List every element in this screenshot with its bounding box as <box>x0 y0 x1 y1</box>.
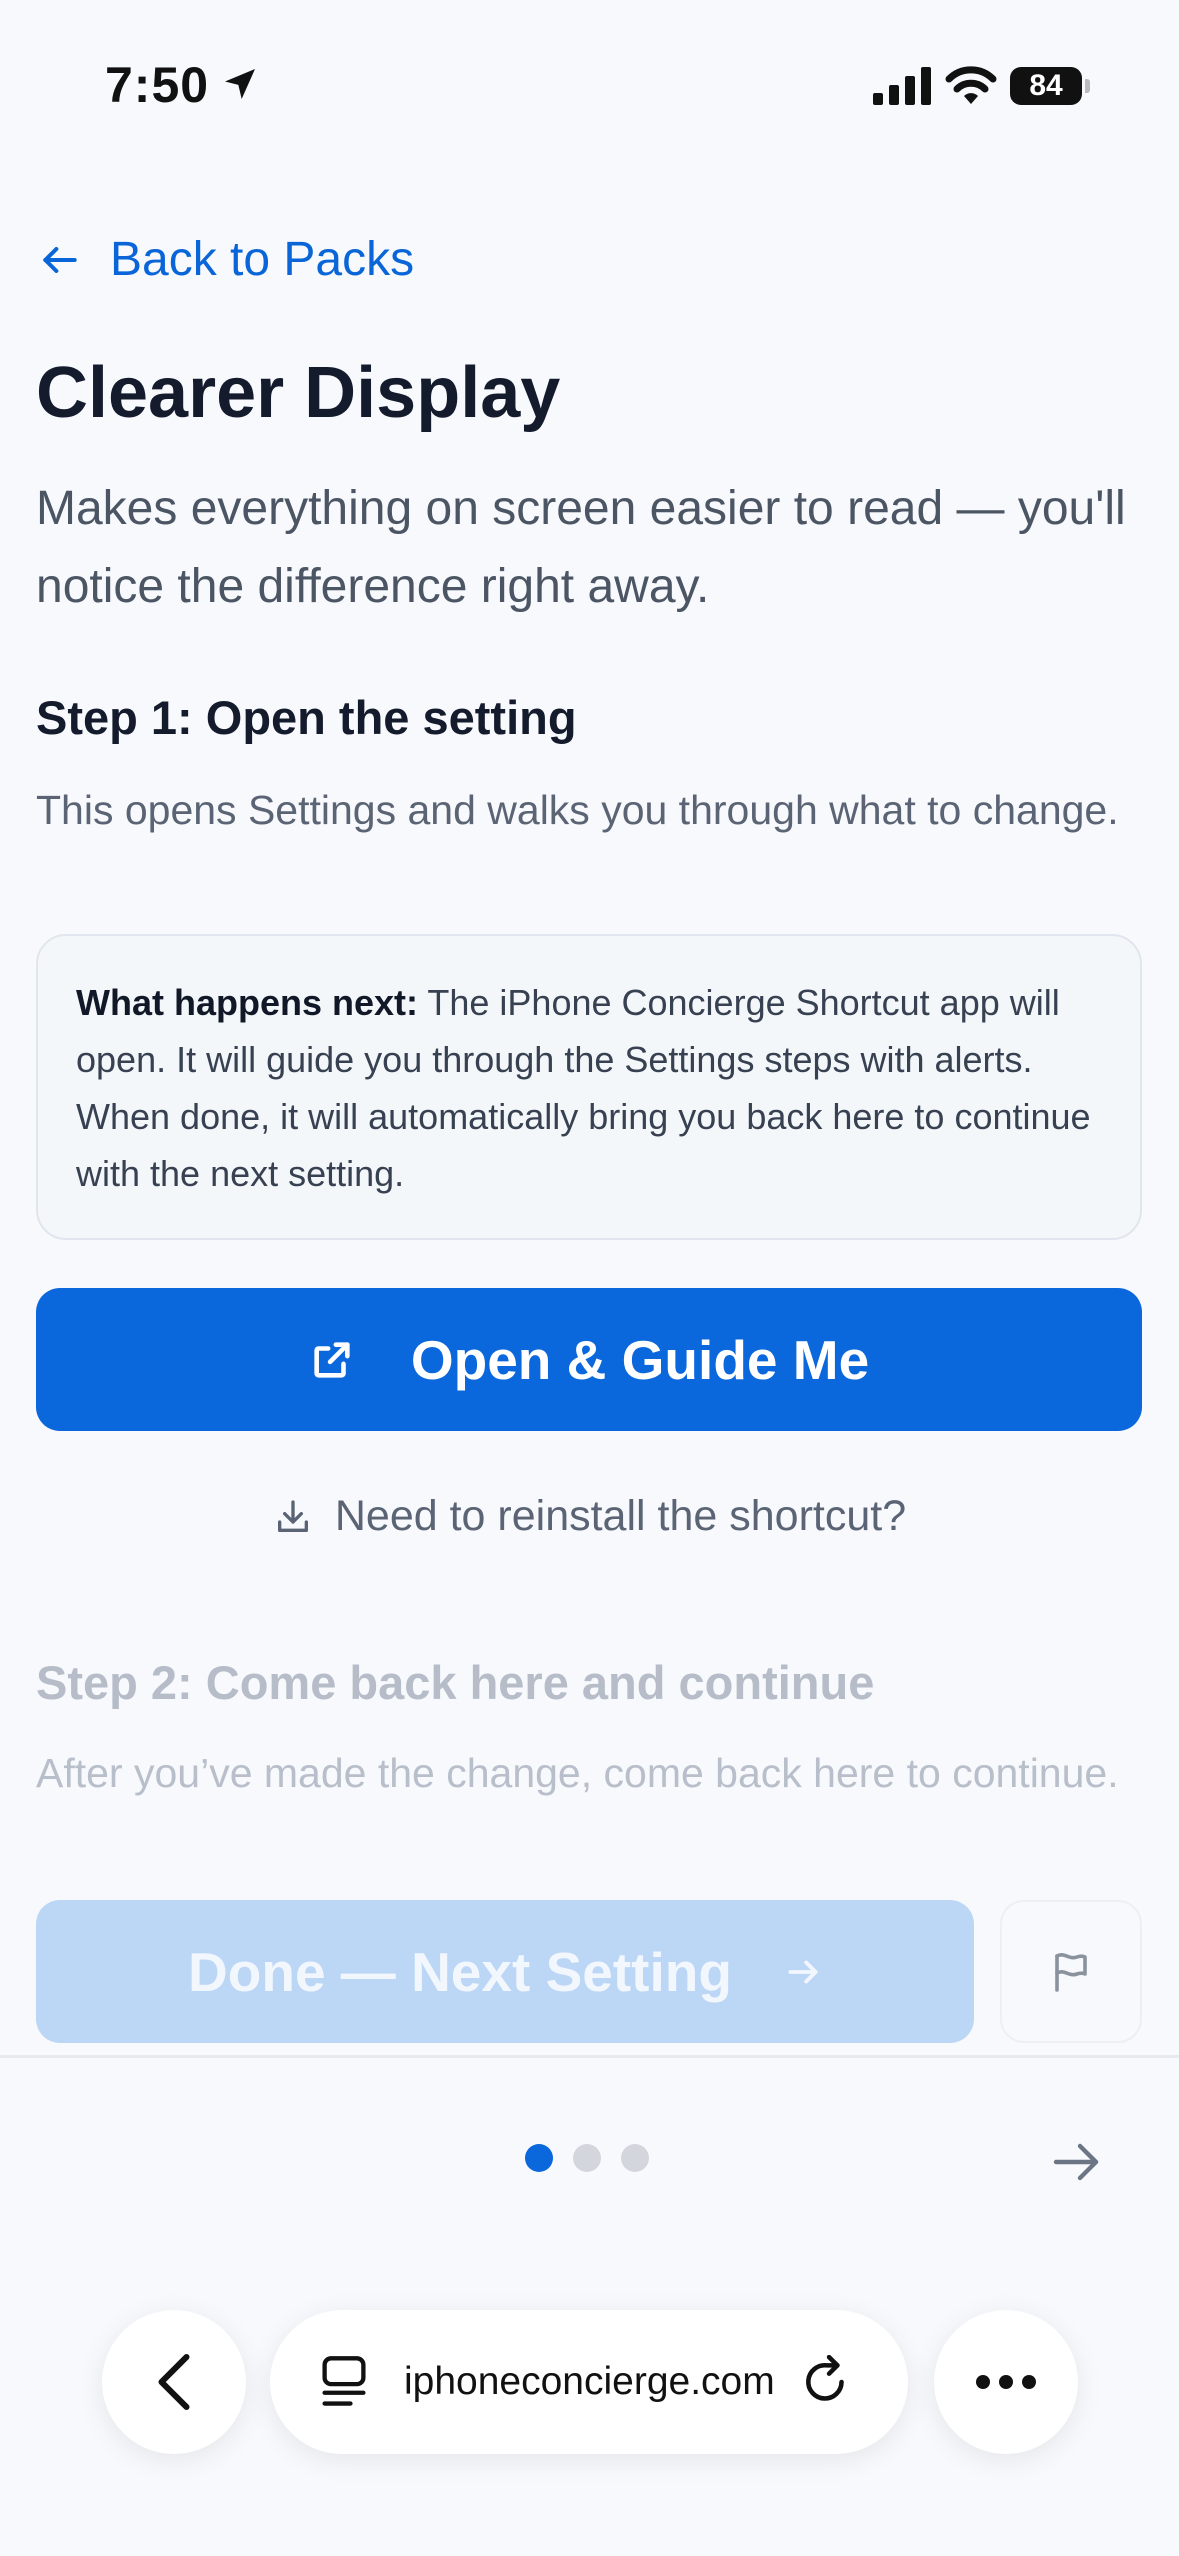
done-next-setting-button[interactable]: Done — Next Setting <box>36 1900 974 2043</box>
arrow-left-icon <box>43 246 77 273</box>
done-next-label: Done — Next Setting <box>188 1940 732 2003</box>
back-to-packs-label: Back to Packs <box>110 233 415 286</box>
pagination-dot-1[interactable] <box>525 2144 553 2172</box>
reinstall-shortcut-link[interactable]: Need to reinstall the shortcut? <box>0 1492 1179 1541</box>
arrow-right-icon <box>788 1960 818 1983</box>
info-label: What happens next: <box>76 982 419 1023</box>
pagination-dot-2[interactable] <box>573 2144 601 2172</box>
browser-back-button[interactable] <box>102 2310 246 2454</box>
status-time: 7:50 <box>105 57 210 113</box>
battery-level: 84 <box>1010 67 1082 105</box>
browser-address-bar[interactable]: iphoneconcierge.com <box>270 2310 908 2454</box>
back-to-packs-link[interactable]: Back to Packs <box>38 232 414 287</box>
status-bar: 7:50 84 <box>0 0 1179 150</box>
page-subtitle: Makes everything on screen easier to rea… <box>36 482 1126 613</box>
download-icon <box>277 1499 308 1532</box>
step1-heading: Step 1: Open the setting <box>36 691 577 744</box>
info-box: What happens next: The iPhone Concierge … <box>36 934 1142 1240</box>
report-issue-button[interactable] <box>1000 1900 1142 2043</box>
open-guide-button[interactable]: Open & Guide Me <box>36 1288 1142 1431</box>
location-arrow-icon <box>225 69 255 99</box>
footer-divider <box>0 2055 1179 2058</box>
battery-icon: 84 <box>1010 67 1090 105</box>
step1-description: This opens Settings and walks you throug… <box>36 787 1119 833</box>
step2-heading: Step 2: Come back here and continue <box>36 1656 875 1709</box>
battery-tip <box>1085 79 1090 93</box>
wifi-icon <box>945 66 997 104</box>
page: 7:50 84 Back to Packs Clearer Display Ma… <box>0 0 1179 2556</box>
page-title: Clearer Display <box>36 353 561 433</box>
more-dots-icon <box>976 2375 1036 2389</box>
reinstall-label: Need to reinstall the shortcut? <box>334 1492 907 1540</box>
step2-description: After you’ve made the change, come back … <box>36 1750 1119 1796</box>
pagination-dot-3[interactable] <box>621 2144 649 2172</box>
pagination-dots <box>525 2144 669 2172</box>
open-guide-label: Open & Guide Me <box>410 1328 870 1391</box>
browser-url: iphoneconcierge.com <box>404 2360 775 2403</box>
reload-icon[interactable] <box>802 2355 852 2409</box>
flag-icon <box>1055 1952 1087 1992</box>
external-link-icon <box>314 1341 350 1378</box>
browser-more-button[interactable] <box>934 2310 1078 2454</box>
tabs-icon <box>322 2356 366 2406</box>
signal-icon <box>873 67 931 105</box>
next-arrow-icon[interactable] <box>1050 2138 1102 2186</box>
chevron-left-icon <box>158 2354 190 2410</box>
